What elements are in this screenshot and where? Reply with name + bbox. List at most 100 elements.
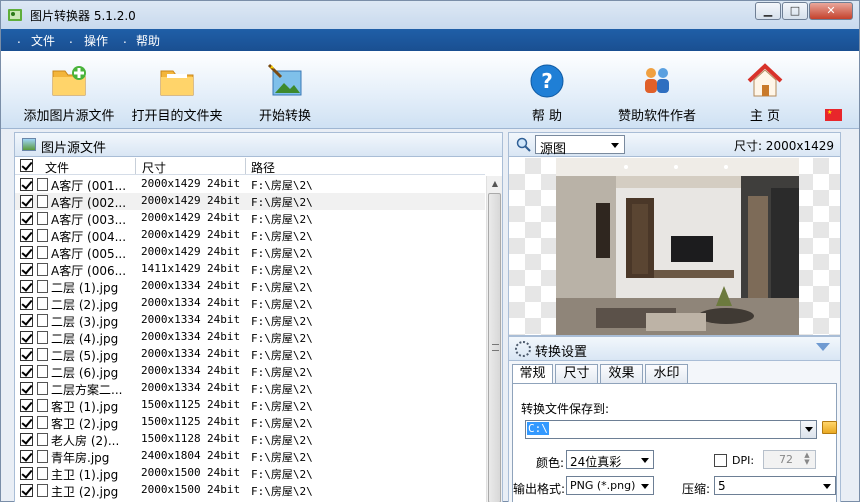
row-checkbox[interactable]: [20, 195, 33, 208]
row-checkbox[interactable]: [20, 331, 33, 344]
maximize-button[interactable]: □: [782, 2, 808, 20]
folder-icon: [160, 70, 194, 96]
preview-mode-select[interactable]: 源图: [535, 135, 625, 157]
table-row[interactable]: 主卫 (1).jpg 2000x1500 24bit F:\房屋\2\: [15, 465, 485, 482]
table-row[interactable]: A客厅 (005... 2000x1429 24bit F:\房屋\2\: [15, 244, 485, 261]
row-checkbox[interactable]: [20, 263, 33, 276]
table-row[interactable]: A客厅 (006... 1411x1429 24bit F:\房屋\2\: [15, 261, 485, 278]
file-icon: [37, 263, 48, 276]
spinner-arrows-icon[interactable]: ▲ ▼: [800, 452, 814, 467]
table-row[interactable]: 客卫 (1).jpg 1500x1125 24bit F:\房屋\2\: [15, 397, 485, 414]
row-checkbox[interactable]: [20, 467, 33, 480]
close-button[interactable]: ✕: [809, 2, 853, 20]
open-dest-button[interactable]: 打开目的文件夹: [129, 51, 225, 129]
table-row[interactable]: 客卫 (2).jpg 1500x1125 24bit F:\房屋\2\: [15, 414, 485, 431]
file-size: 1411x1429: [141, 262, 201, 275]
dropdown-arrow-icon[interactable]: [800, 421, 816, 438]
row-checkbox[interactable]: [20, 348, 33, 361]
file-path: F:\房屋\2\: [251, 400, 313, 413]
row-checkbox[interactable]: [20, 212, 33, 225]
file-depth: 24bit: [207, 432, 241, 445]
convert-settings-panel: 转换设置 常规 尺寸 效果 水印 转换文件保存到: C:\ 颜色: 24位真彩 …: [508, 336, 841, 502]
row-checkbox[interactable]: [20, 365, 33, 378]
file-name: 二层 (4).jpg: [51, 332, 119, 346]
table-row[interactable]: 二层 (3).jpg 2000x1334 24bit F:\房屋\2\: [15, 312, 485, 329]
row-checkbox[interactable]: [20, 229, 33, 242]
file-depth: 24bit: [207, 398, 241, 411]
table-row[interactable]: 青年房.jpg 2400x1804 24bit F:\房屋\2\: [15, 448, 485, 465]
minimize-button[interactable]: ▁: [755, 2, 781, 20]
menu-help[interactable]: 帮助: [136, 32, 160, 49]
table-row[interactable]: 二层 (6).jpg 2000x1334 24bit F:\房屋\2\: [15, 363, 485, 380]
file-depth: 24bit: [207, 194, 241, 207]
table-row[interactable]: 二层方案二... 2000x1334 24bit F:\房屋\2\: [15, 380, 485, 397]
row-checkbox[interactable]: [20, 484, 33, 497]
output-format-select[interactable]: PNG (*.png): [566, 476, 654, 495]
scroll-up-icon[interactable]: ▲: [487, 176, 503, 192]
preview-image: [556, 158, 799, 335]
tab-watermark[interactable]: 水印: [645, 364, 688, 383]
table-row[interactable]: 老人房 (2)... 1500x1128 24bit F:\房屋\2\: [15, 431, 485, 448]
row-checkbox[interactable]: [20, 178, 33, 191]
color-select[interactable]: 24位真彩: [566, 450, 654, 469]
home-button[interactable]: 主 页: [735, 51, 795, 129]
dpi-spinner[interactable]: 72 ▲ ▼: [763, 450, 816, 469]
column-separator[interactable]: [245, 158, 246, 174]
tab-size[interactable]: 尺寸: [555, 364, 598, 383]
file-name: 青年房.jpg: [51, 451, 110, 465]
table-row[interactable]: 二层 (1).jpg 2000x1334 24bit F:\房屋\2\: [15, 278, 485, 295]
table-row[interactable]: 二层 (2).jpg 2000x1334 24bit F:\房屋\2\: [15, 295, 485, 312]
table-row[interactable]: A客厅 (004... 2000x1429 24bit F:\房屋\2\: [15, 227, 485, 244]
row-checkbox[interactable]: [20, 416, 33, 429]
file-path: F:\房屋\2\: [251, 230, 313, 243]
china-flag-icon[interactable]: ★: [825, 109, 842, 121]
sponsor-button[interactable]: 赞助软件作者: [609, 51, 705, 129]
dpi-checkbox[interactable]: [714, 454, 727, 467]
file-path: F:\房屋\2\: [251, 468, 313, 481]
row-checkbox[interactable]: [20, 246, 33, 259]
file-name: 主卫 (2).jpg: [51, 485, 119, 499]
tab-general[interactable]: 常规: [512, 364, 553, 384]
menu-file[interactable]: 文件: [31, 32, 55, 49]
table-row[interactable]: 主卫 (2).jpg 2000x1500 24bit F:\房屋\2\: [15, 482, 485, 499]
file-depth: 24bit: [207, 483, 241, 496]
help-button[interactable]: ? 帮 助: [517, 51, 577, 129]
scroll-thumb[interactable]: [488, 193, 501, 502]
add-source-button[interactable]: 添加图片源文件: [21, 51, 117, 129]
row-checkbox[interactable]: [20, 280, 33, 293]
save-path-input[interactable]: C:\: [525, 420, 817, 439]
file-icon: [37, 246, 48, 259]
row-checkbox[interactable]: [20, 433, 33, 446]
column-size[interactable]: 尺寸: [142, 159, 166, 176]
menu-operate[interactable]: 操作: [84, 32, 108, 49]
file-icon: [37, 314, 48, 327]
file-size: 2000x1429: [141, 228, 201, 241]
browse-folder-icon[interactable]: [822, 421, 837, 434]
row-checkbox[interactable]: [20, 314, 33, 327]
select-all-checkbox[interactable]: [20, 159, 33, 172]
row-checkbox[interactable]: [20, 382, 33, 395]
table-row[interactable]: 二层 (4).jpg 2000x1334 24bit F:\房屋\2\: [15, 329, 485, 346]
file-list-scrollbar[interactable]: ▲: [486, 176, 502, 502]
column-path[interactable]: 路径: [251, 159, 275, 176]
column-separator[interactable]: [135, 158, 136, 174]
table-row[interactable]: A客厅 (003... 2000x1429 24bit F:\房屋\2\: [15, 210, 485, 227]
column-name[interactable]: 文件: [45, 159, 69, 176]
table-row[interactable]: A客厅 (002... 2000x1429 24bit F:\房屋\2\: [15, 193, 485, 210]
tab-effects[interactable]: 效果: [600, 364, 643, 383]
home-label: 主 页: [749, 109, 781, 124]
settings-header[interactable]: 转换设置: [509, 337, 840, 361]
table-row[interactable]: A客厅 (001... 2000x1429 24bit F:\房屋\2\: [15, 176, 485, 193]
compress-select[interactable]: 5: [714, 476, 836, 495]
start-convert-button[interactable]: 开始转换: [245, 51, 325, 129]
file-icon: [37, 297, 48, 310]
file-name: 二层 (3).jpg: [51, 315, 119, 329]
row-checkbox[interactable]: [20, 450, 33, 463]
file-path: F:\房屋\2\: [251, 451, 313, 464]
table-row[interactable]: 二层 (5).jpg 2000x1334 24bit F:\房屋\2\: [15, 346, 485, 363]
file-path: F:\房屋\2\: [251, 298, 313, 311]
collapse-chevron-icon[interactable]: [816, 343, 830, 351]
row-checkbox[interactable]: [20, 297, 33, 310]
magic-wand-icon: [267, 63, 302, 96]
row-checkbox[interactable]: [20, 399, 33, 412]
